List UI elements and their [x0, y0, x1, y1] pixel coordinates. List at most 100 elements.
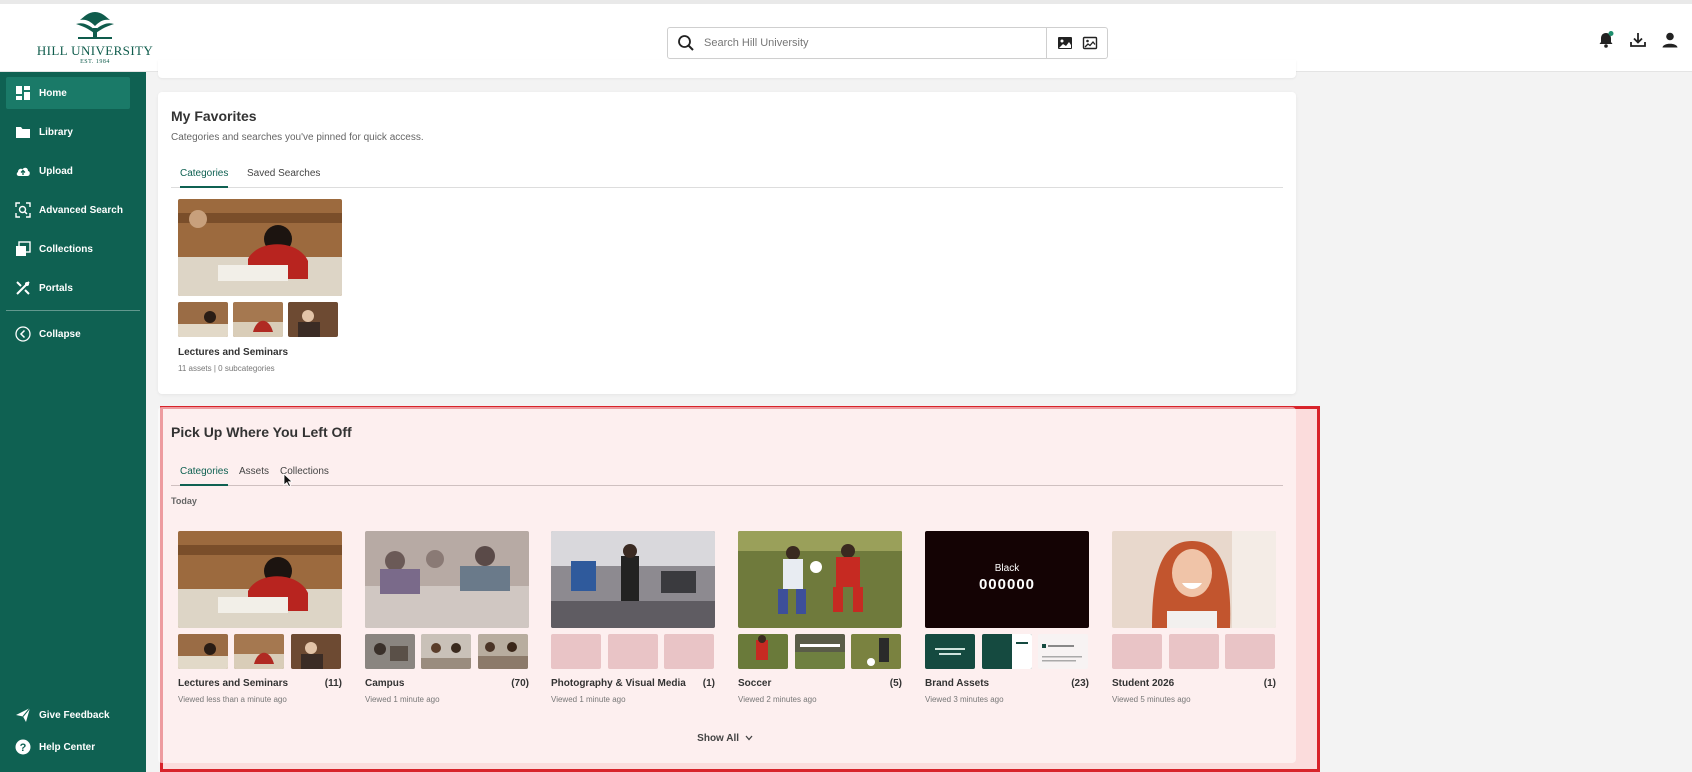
sidebar: Home Library Upload Advanced Search Coll…	[0, 72, 146, 772]
sidebar-item-portals[interactable]: Portals	[6, 272, 130, 304]
lecture-photo-icon	[178, 199, 342, 296]
tree-logo-icon	[76, 12, 114, 39]
search-icon[interactable]	[677, 34, 695, 52]
category-mini-thumbnail	[421, 634, 471, 669]
search-divider	[1046, 28, 1047, 58]
sidebar-item-give-feedback[interactable]: Give Feedback	[6, 699, 130, 731]
category-mini-thumbnail-placeholder	[1225, 634, 1275, 669]
category-mini-thumbnail-placeholder	[664, 634, 714, 669]
tab-saved-searches[interactable]: Saved Searches	[247, 164, 320, 188]
category-thumbnail	[178, 531, 342, 628]
category-mini-thumbnail	[982, 634, 1032, 669]
portals-icon	[16, 281, 30, 295]
sidebar-item-upload[interactable]: Upload	[6, 155, 130, 187]
category-mini-thumbnail-placeholder	[1112, 634, 1162, 669]
logo-established: EST. 1984	[80, 59, 110, 65]
category-viewed: Viewed 1 minute ago	[365, 695, 440, 704]
category-mini-thumbnail-placeholder	[1169, 634, 1219, 669]
sidebar-item-label: Upload	[39, 165, 73, 177]
image-compare-icon[interactable]	[1082, 35, 1098, 51]
soccer-photo-icon	[738, 531, 902, 628]
show-all-label: Show All	[697, 733, 740, 744]
brand-doc-icon	[1042, 644, 1082, 662]
category-name: Student 2026	[1112, 678, 1175, 689]
sidebar-item-label: Help Center	[39, 741, 96, 753]
sidebar-item-collections[interactable]: Collections	[6, 233, 130, 265]
brand-card-icon	[1012, 634, 1032, 669]
sidebar-item-label: Home	[39, 87, 67, 99]
sidebar-item-collapse[interactable]: Collapse	[6, 318, 130, 350]
studio-photo-icon	[551, 531, 715, 628]
sidebar-item-label: Collections	[39, 243, 93, 255]
student-photo-icon	[1112, 531, 1276, 628]
sidebar-item-library[interactable]: Library	[6, 116, 130, 148]
category-viewed: Viewed less than a minute ago	[178, 695, 287, 704]
tab-categories[interactable]: Categories	[180, 462, 229, 486]
favorites-card: My Favorites Categories and searches you…	[158, 92, 1296, 394]
tab-categories[interactable]: Categories	[180, 164, 229, 188]
recent-group-label: Today	[171, 496, 197, 506]
help-icon: ?	[15, 739, 31, 755]
hill-university-logo[interactable]: HILL UNIVERSITY EST. 1984	[20, 10, 170, 72]
category-thumbnail	[551, 531, 715, 628]
show-all-button[interactable]: Show All	[680, 733, 770, 744]
download-icon[interactable]	[1628, 30, 1648, 50]
category-mini-thumbnail	[288, 302, 338, 337]
search-bar	[667, 27, 1108, 59]
mouse-cursor-icon	[283, 473, 293, 487]
category-thumbnail	[365, 531, 529, 628]
bell-icon[interactable]	[1596, 30, 1616, 50]
brand-card-icon	[935, 648, 965, 655]
category-name: Lectures and Seminars	[178, 347, 289, 358]
sidebar-item-label: Collapse	[39, 328, 81, 340]
lecture-photo-icon	[178, 531, 342, 628]
category-viewed: Viewed 2 minutes ago	[738, 695, 817, 704]
category-name: Campus	[365, 678, 405, 689]
sidebar-item-label: Library	[39, 126, 73, 138]
category-thumbnail	[1112, 531, 1276, 628]
favorites-tabs: Categories Saved Searches	[171, 164, 1283, 188]
campus-photo-icon	[365, 531, 529, 628]
sidebar-item-label: Portals	[39, 282, 73, 294]
home-icon	[16, 86, 30, 100]
svg-text:?: ?	[20, 742, 27, 754]
category-mini-thumbnail	[365, 634, 415, 669]
category-mini-thumbnail	[738, 634, 788, 669]
user-icon[interactable]	[1660, 30, 1680, 50]
sidebar-item-label: Advanced Search	[39, 204, 123, 216]
category-count: (70)	[511, 678, 529, 689]
category-mini-thumbnail	[178, 634, 228, 669]
category-mini-thumbnail-placeholder	[551, 634, 601, 669]
category-mini-thumbnail	[478, 634, 528, 669]
recent-title: Pick Up Where You Left Off	[171, 424, 352, 440]
category-viewed: Viewed 3 minutes ago	[925, 695, 1004, 704]
sidebar-item-help-center[interactable]: ? Help Center	[6, 731, 130, 763]
category-mini-thumbnail	[291, 634, 341, 669]
category-count: (1)	[1263, 678, 1276, 689]
folder-icon	[16, 127, 30, 138]
search-input[interactable]	[704, 28, 1059, 58]
sidebar-item-home[interactable]: Home	[6, 77, 130, 109]
logo-name: HILL UNIVERSITY	[36, 43, 154, 58]
tab-assets[interactable]: Assets	[239, 462, 269, 486]
category-count: (1)	[702, 678, 715, 689]
recent-tabs: Categories Assets Collections	[171, 462, 1283, 486]
category-name: Soccer	[738, 678, 772, 689]
category-thumbnail: Black 000000	[925, 531, 1089, 628]
category-thumbnail	[178, 199, 342, 296]
category-mini-thumbnail	[1038, 634, 1088, 669]
image-search-icon[interactable]	[1057, 35, 1073, 51]
advanced-search-icon	[15, 202, 31, 218]
send-icon	[16, 707, 31, 722]
collections-icon	[16, 241, 31, 256]
sidebar-item-advanced-search[interactable]: Advanced Search	[6, 194, 130, 226]
category-thumbnail	[738, 531, 902, 628]
category-count: (5)	[889, 678, 902, 689]
category-mini-thumbnail	[851, 634, 901, 669]
sidebar-divider	[6, 310, 140, 311]
favorites-title: My Favorites	[171, 108, 257, 124]
category-name: Brand Assets	[925, 678, 990, 689]
previous-card-edge	[158, 60, 1296, 78]
category-mini-thumbnail	[795, 634, 845, 669]
category-count: (11)	[324, 678, 342, 689]
